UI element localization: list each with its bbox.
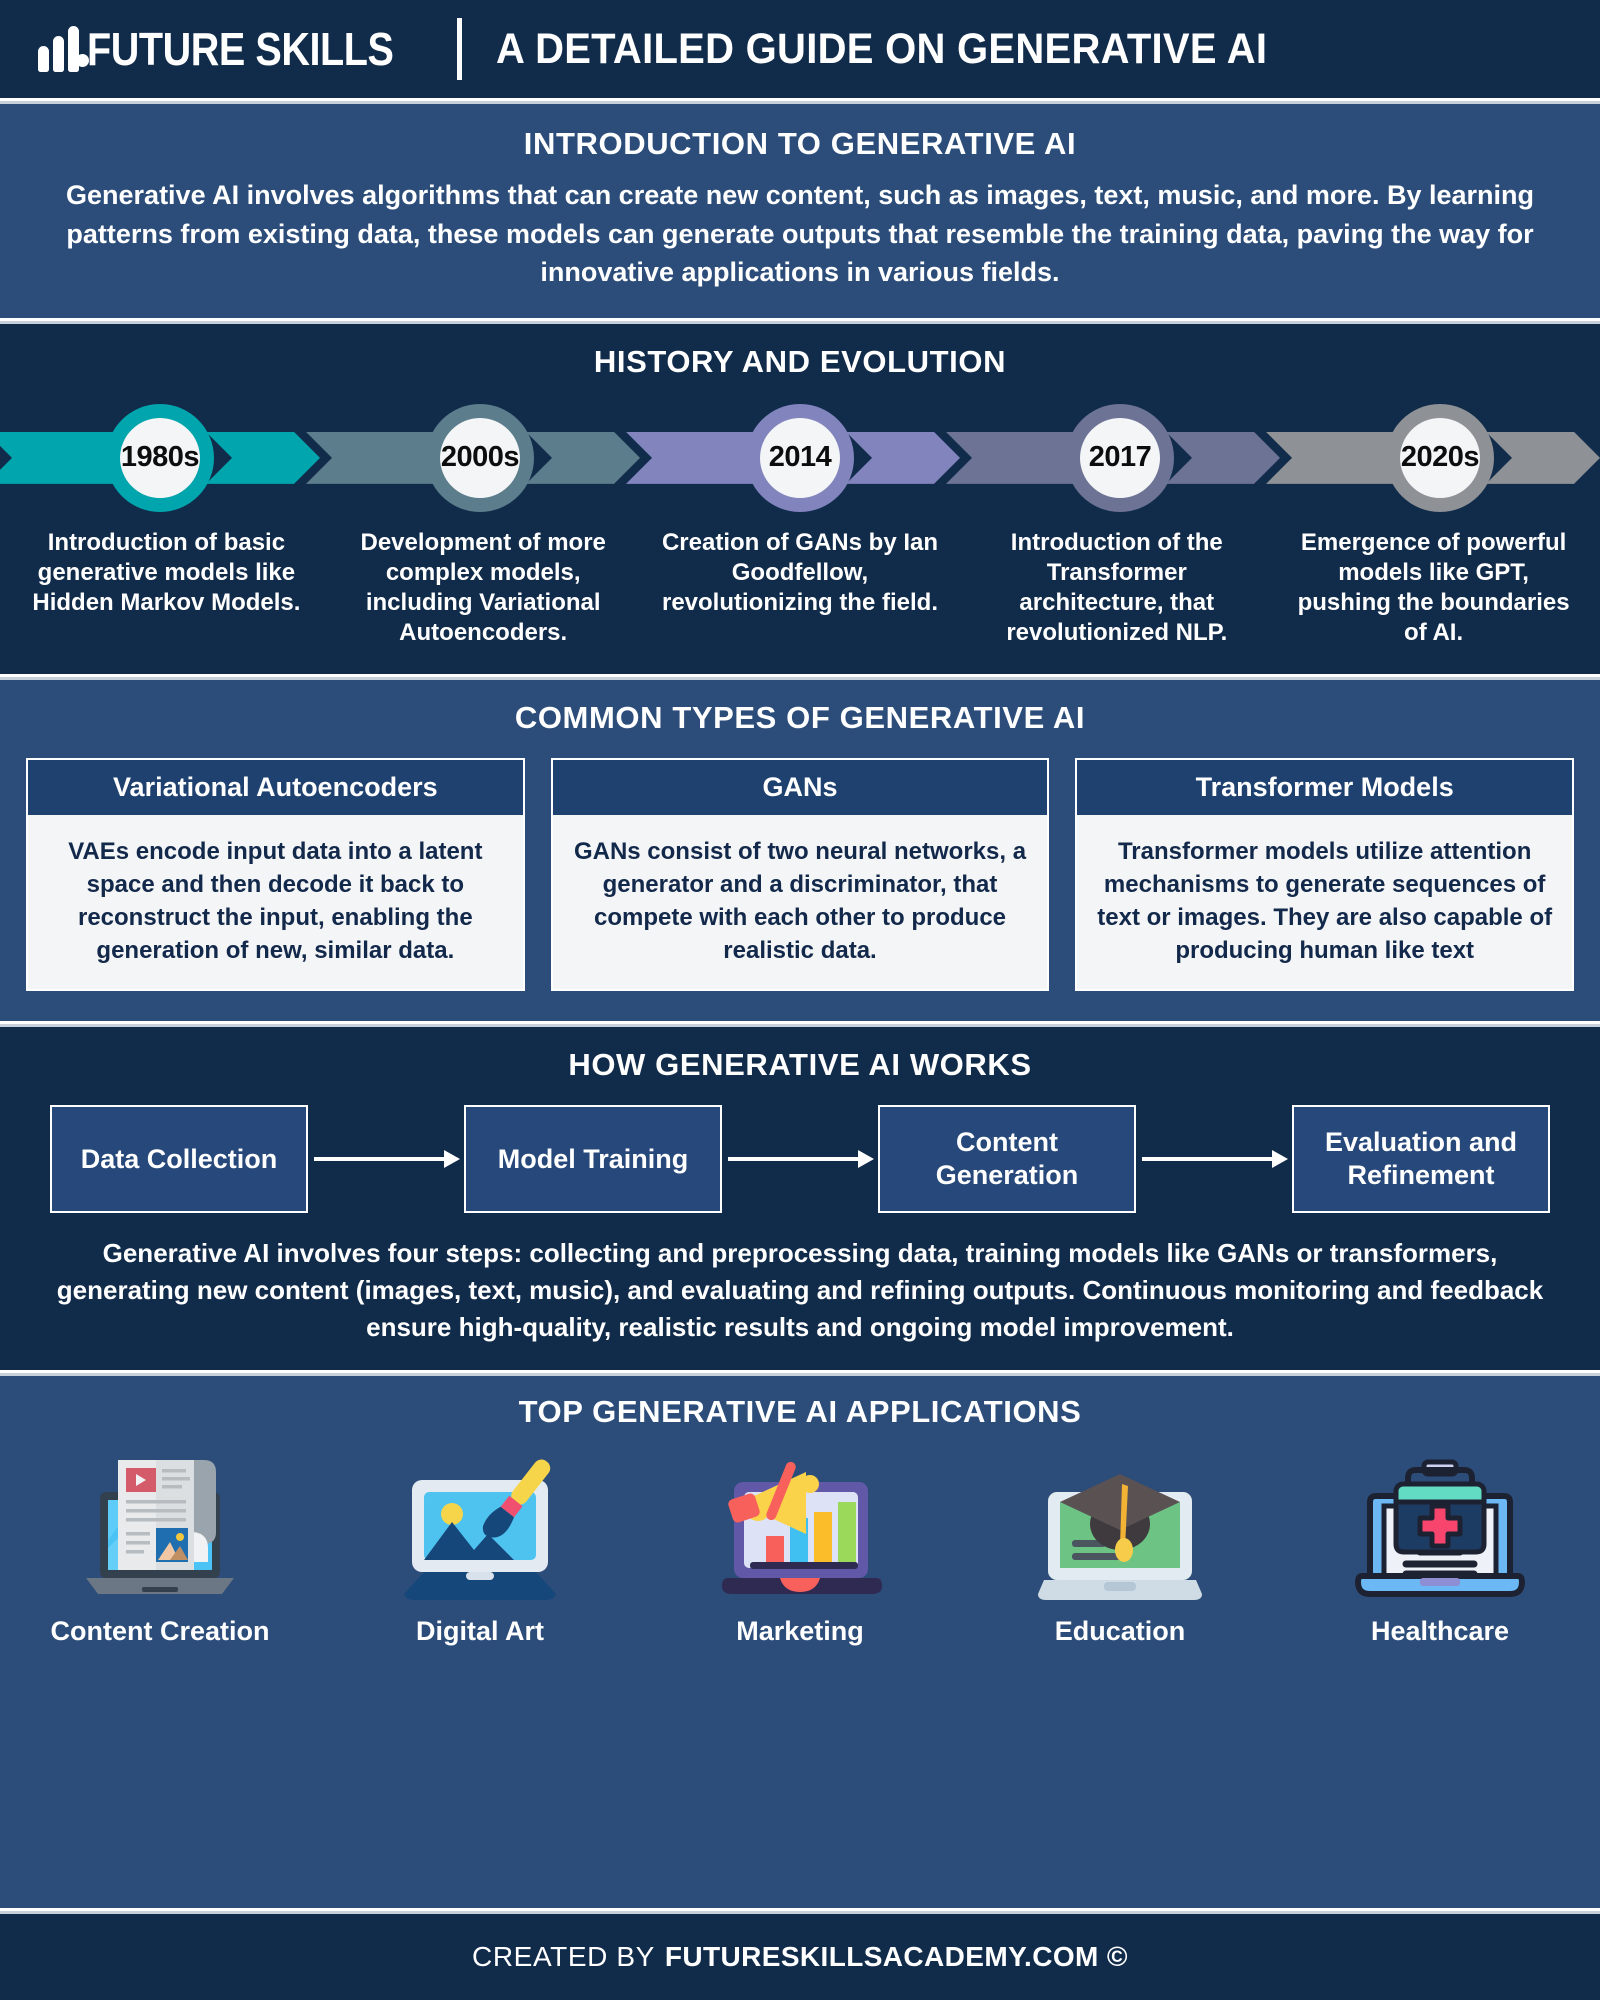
timeline-year-label: 2020s [1400,441,1480,474]
type-card: Transformer Models Transformer models uti… [1075,757,1575,992]
process-flow: Data Collection Model Training Content Gen… [0,1105,1600,1214]
application-label: Healthcare [1370,1615,1510,1646]
timeline-captions: Introduction of basic generative models … [0,514,1600,648]
timeline-node-body: 1980s [120,417,200,498]
timeline-year-label: 2000s [440,441,520,474]
application-item: Education [960,1440,1280,1647]
application-list: Content Creation Digital Art Marketing E… [0,1440,1600,1647]
timeline-chevron [206,432,320,484]
flow-arrow-icon [308,1149,464,1169]
timeline-node[interactable]: 2000s [426,403,534,512]
intro-body: Generative AI involves algorithms that c… [66,180,1534,288]
application-label: Education [1054,1615,1186,1646]
timeline-node[interactable]: 2017 [1066,403,1174,512]
intro-section: INTRODUCTION TO GENERATIVE AI Generative… [0,104,1600,318]
application-label: Content Creation [50,1615,270,1646]
timeline-chevron [1486,432,1600,484]
laptop-megaphone-chart-icon [710,1440,890,1610]
history-heading: HISTORY AND EVOLUTION [593,343,1007,379]
flow-arrow-icon [1136,1149,1292,1169]
types-section: COMMON TYPES OF GENERATIVE AI Variationa… [0,679,1600,1022]
timeline-chevron [1166,432,1280,484]
page-footer: CREATED BY FUTURESKILLSACADEMY.COM © [0,1914,1600,2000]
infographic-page: FUTURE SKILLS A DETAILED GUIDE ON GENERA… [0,0,1600,2000]
type-card: Variational Autoencoders VAEs encode inpu… [26,757,525,992]
application-item: Healthcare [1280,1440,1600,1647]
timeline-description: Introduction of the Transformer architec… [1006,528,1228,646]
type-card-list: Variational Autoencoders VAEs encode inpu… [26,757,1575,992]
intro-heading: INTRODUCTION TO GENERATIVE AI [523,126,1077,161]
timeline-year-label: 2017 [1088,441,1152,474]
timeline-chevron [846,432,960,484]
application-item: Marketing [640,1440,960,1647]
type-card-body: GANs consist of two neural networks, a g… [573,837,1027,965]
type-card-title: Variational Autoencoders [28,759,523,815]
footer-brand[interactable]: FUTURESKILLSACADEMY.COM © [665,1941,1128,1973]
application-label: Digital Art [416,1615,544,1646]
timeline-node-body: 2017 [1080,417,1160,498]
timeline-node-body: 2020s [1400,417,1480,498]
works-body: Generative AI involves four steps: colle… [56,1238,1544,1343]
laptop-graduation-cap-icon [1030,1440,1210,1610]
history-section: HISTORY AND EVOLUTION 1980s 2000s 2014 2017… [0,323,1600,674]
timeline-description: Creation of GANs by Ian Goodfellow, revo… [661,528,939,616]
flow-step[interactable]: Content Generation [878,1105,1136,1214]
bar-chart-logo-icon [38,26,79,72]
how-it-works-section: HOW GENERATIVE AI WORKS Data Collection M… [0,1027,1600,1370]
page-title: A DETAILED GUIDE ON GENERATIVE AI [496,24,1268,73]
timeline-node[interactable]: 2014 [746,403,854,512]
applications-section: TOP GENERATIVE AI APPLICATIONS Content C… [0,1375,1600,1908]
type-card: GANs GANs consist of two neural networks,… [550,757,1050,992]
application-label: Marketing [736,1615,864,1646]
flow-arrow-icon [722,1149,878,1169]
timeline-chevron [526,432,640,484]
laptop-paintbrush-icon [390,1440,570,1610]
timeline-year-label: 1980s [120,441,200,474]
laptop-document-icon [70,1440,250,1610]
brand-name: FUTURE SKILLS [87,23,394,75]
flow-step[interactable]: Data Collection [50,1105,308,1214]
timeline-node-body: 2014 [760,417,840,498]
type-card-body: VAEs encode input data into a latent spa… [68,837,483,965]
timeline-strip: 1980s 2000s 2014 2017 2020s [0,402,1600,514]
types-heading: COMMON TYPES OF GENERATIVE AI [514,699,1086,735]
timeline-node[interactable]: 2020s [1386,403,1494,512]
type-card-title: GANs [552,759,1048,815]
flow-step[interactable]: Evaluation and Refinement [1292,1105,1550,1214]
page-header: FUTURE SKILLS A DETAILED GUIDE ON GENERA… [0,0,1600,98]
timeline-description: Emergence of powerful models like GPT, p… [1297,528,1570,646]
timeline-node[interactable]: 1980s [106,403,214,512]
laptop-medical-kit-icon [1350,1440,1530,1610]
footer-prefix: CREATED BY [472,1941,655,1972]
timeline-year-label: 2014 [768,441,832,474]
timeline-description: Introduction of basic generative models … [32,528,301,616]
type-card-body: Transformer models utilize attention mec… [1097,837,1553,965]
type-card-title: Transformer Models [1077,759,1573,815]
flow-step[interactable]: Model Training [464,1105,722,1214]
application-item: Digital Art [320,1440,640,1647]
timeline-node-body: 2000s [440,417,520,498]
application-item: Content Creation [0,1440,320,1647]
header-divider [457,18,463,80]
apps-heading: TOP GENERATIVE AI APPLICATIONS [518,1393,1082,1429]
works-heading: HOW GENERATIVE AI WORKS [568,1047,1032,1083]
timeline-description: Development of more complex models, incl… [360,528,606,646]
